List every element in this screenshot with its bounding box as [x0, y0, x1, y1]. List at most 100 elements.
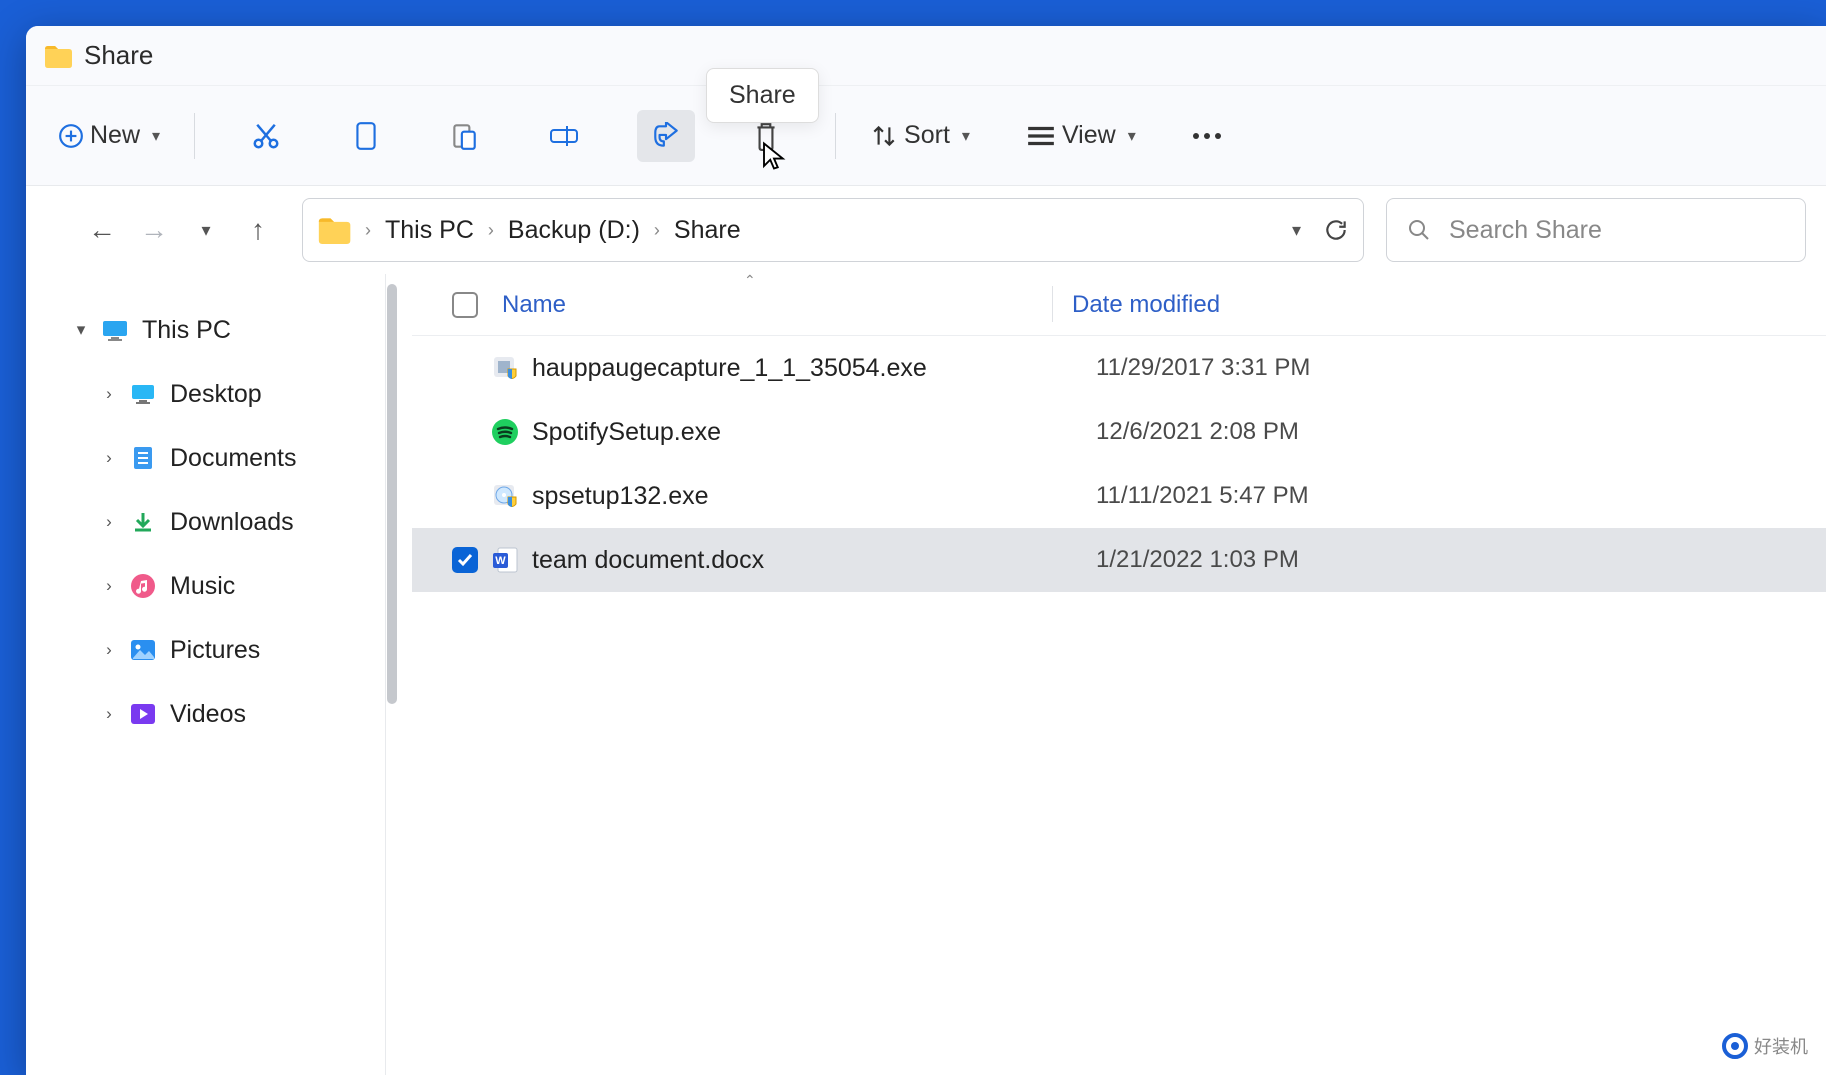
file-row[interactable]: hauppaugecapture_1_1_35054.exe 11/29/2017…	[412, 336, 1826, 400]
sidebar-item-label: Documents	[170, 444, 296, 473]
window-title: Share	[84, 40, 153, 71]
sidebar-item-desktop[interactable]: › Desktop	[26, 362, 385, 426]
sidebar-item-this-pc[interactable]: ▾ This PC	[26, 298, 385, 362]
file-name: spsetup132.exe	[532, 482, 709, 511]
scrollbar[interactable]	[386, 274, 398, 1075]
file-date: 1/21/2022 1:03 PM	[1096, 546, 1299, 574]
search-box[interactable]	[1386, 198, 1806, 262]
more-button[interactable]	[1178, 110, 1236, 162]
explorer-window: Share New ▾ Sort ▾	[26, 26, 1826, 1075]
divider	[194, 113, 195, 159]
sort-button[interactable]: Sort ▾	[856, 110, 984, 162]
sort-caret-icon: ⌃	[744, 272, 756, 289]
sidebar-item-label: Desktop	[170, 380, 262, 409]
row-checkbox[interactable]	[452, 419, 478, 445]
svg-text:W: W	[495, 555, 506, 567]
view-button[interactable]: View ▾	[1012, 110, 1150, 162]
sidebar-item-videos[interactable]: › Videos	[26, 682, 385, 746]
navigation-row: ← → ▾ ↑ › This PC › Backup (D:) › Share …	[26, 186, 1826, 274]
view-icon	[1026, 125, 1056, 147]
videos-icon	[128, 701, 158, 727]
chevron-right-icon: ›	[98, 640, 120, 660]
cut-button[interactable]	[237, 110, 295, 162]
file-date: 12/6/2021 2:08 PM	[1096, 418, 1299, 446]
sidebar-item-label: Pictures	[170, 636, 260, 665]
documents-icon	[128, 445, 158, 471]
sidebar-item-downloads[interactable]: › Downloads	[26, 490, 385, 554]
file-icon	[490, 354, 520, 382]
folder-icon	[317, 216, 351, 244]
sidebar-item-label: This PC	[142, 316, 231, 345]
search-input[interactable]	[1449, 216, 1785, 245]
file-icon	[490, 418, 520, 446]
search-icon	[1407, 218, 1431, 242]
file-list-area: ⌃ Name Date modified hauppaugecapture_1_…	[386, 274, 1826, 1075]
rename-button[interactable]	[535, 110, 593, 162]
address-bar[interactable]: › This PC › Backup (D:) › Share ▾	[302, 198, 1364, 262]
column-divider[interactable]	[1052, 286, 1053, 322]
row-checkbox[interactable]	[452, 547, 478, 573]
sidebar-item-label: Videos	[170, 700, 246, 729]
scrollbar-thumb[interactable]	[387, 284, 397, 704]
sidebar-item-music[interactable]: › Music	[26, 554, 385, 618]
cut-icon	[251, 121, 281, 151]
recent-button[interactable]: ▾	[184, 208, 228, 252]
chevron-right-icon: ›	[98, 576, 120, 596]
divider	[835, 113, 836, 159]
copy-icon	[353, 121, 379, 151]
sidebar-item-documents[interactable]: › Documents	[26, 426, 385, 490]
up-button[interactable]: ↑	[236, 208, 280, 252]
view-label: View	[1062, 121, 1116, 150]
file-row[interactable]: Wteam document.docx1/21/2022 1:03 PM	[412, 528, 1826, 592]
paste-icon	[451, 121, 477, 151]
downloads-icon	[128, 509, 158, 535]
folder-icon	[44, 44, 72, 68]
paste-button[interactable]	[437, 110, 491, 162]
watermark-icon	[1722, 1033, 1748, 1059]
sidebar: ▾ This PC › Desktop › Documents › Downlo…	[26, 274, 386, 1075]
refresh-icon[interactable]	[1323, 217, 1349, 243]
file-name: SpotifySetup.exe	[532, 418, 721, 447]
chevron-right-icon: ›	[359, 220, 377, 241]
sidebar-item-pictures[interactable]: › Pictures	[26, 618, 385, 682]
crumb-this-pc[interactable]: This PC	[377, 212, 482, 249]
forward-button[interactable]: →	[132, 208, 176, 252]
row-checkbox[interactable]	[452, 483, 478, 509]
file-name: hauppaugecapture_1_1_35054.exe	[532, 354, 927, 383]
watermark-text: 好装机	[1754, 1033, 1808, 1059]
chevron-down-icon[interactable]: ▾	[1292, 220, 1301, 241]
share-button[interactable]	[637, 110, 695, 162]
column-header-row: ⌃ Name Date modified	[412, 274, 1826, 336]
crumb-share[interactable]: Share	[666, 212, 749, 249]
column-header-name[interactable]: Name	[502, 291, 566, 319]
chevron-down-icon: ▾	[962, 126, 970, 146]
copy-button[interactable]	[339, 110, 393, 162]
more-icon	[1192, 131, 1222, 141]
new-button[interactable]: New ▾	[44, 110, 174, 162]
music-icon	[128, 573, 158, 599]
crumb-backup-d[interactable]: Backup (D:)	[500, 212, 648, 249]
chevron-right-icon: ›	[482, 220, 500, 241]
file-icon	[490, 482, 520, 510]
this-pc-icon	[100, 317, 130, 343]
sort-label: Sort	[904, 121, 950, 150]
back-button[interactable]: ←	[80, 208, 124, 252]
plus-circle-icon	[58, 123, 84, 149]
file-date: 11/29/2017 3:31 PM	[1096, 354, 1310, 382]
pictures-icon	[128, 637, 158, 663]
file-row[interactable]: SpotifySetup.exe 12/6/2021 2:08 PM	[412, 400, 1826, 464]
desktop-icon	[128, 381, 158, 407]
row-checkbox[interactable]	[452, 355, 478, 381]
new-label: New	[90, 121, 140, 150]
file-date: 11/11/2021 5:47 PM	[1096, 482, 1309, 510]
select-all-checkbox[interactable]	[452, 292, 478, 318]
watermark: 好装机	[1722, 1033, 1808, 1059]
column-header-date[interactable]: Date modified	[1072, 291, 1220, 319]
title-bar: Share	[26, 26, 1826, 86]
main-area: ▾ This PC › Desktop › Documents › Downlo…	[26, 274, 1826, 1075]
file-row[interactable]: spsetup132.exe 11/11/2021 5:47 PM	[412, 464, 1826, 528]
sidebar-item-label: Downloads	[170, 508, 294, 537]
file-icon: W	[490, 546, 520, 574]
chevron-down-icon: ▾	[70, 320, 92, 340]
chevron-right-icon: ›	[98, 448, 120, 468]
